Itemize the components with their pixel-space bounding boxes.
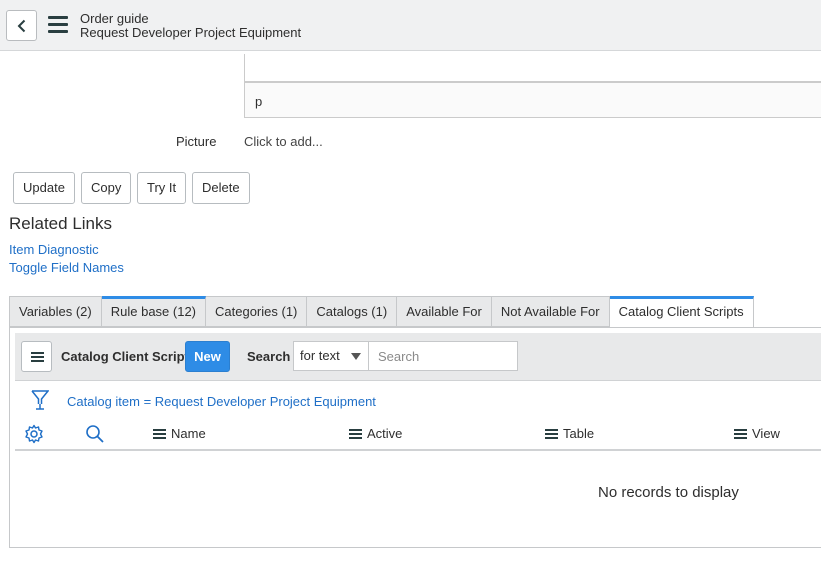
search-input[interactable]	[368, 341, 518, 371]
related-list-tabs: Variables (2) Rule base (12) Categories …	[9, 296, 754, 328]
search-field-value: for text	[300, 348, 340, 363]
column-menu-icon	[545, 428, 558, 439]
hamburger-icon	[31, 352, 44, 354]
tab-not-available-for[interactable]: Not Available For	[491, 296, 610, 327]
picture-label: Picture	[176, 134, 217, 149]
column-active-label: Active	[367, 426, 403, 441]
copy-button[interactable]: Copy	[81, 172, 132, 204]
column-active[interactable]: Active	[349, 426, 402, 441]
search-field-select[interactable]: for text	[293, 341, 369, 371]
column-table[interactable]: Table	[545, 426, 594, 441]
list-column-header: Name Active Table View	[15, 420, 821, 451]
column-name[interactable]: Name	[153, 426, 206, 441]
caret-down-icon	[351, 353, 361, 360]
magnifier-icon[interactable]	[85, 424, 105, 444]
chevron-left-icon	[17, 19, 25, 32]
tab-available-for[interactable]: Available For	[397, 296, 492, 327]
list-menu-button[interactable]	[21, 341, 52, 372]
item-diagnostic-link[interactable]: Item Diagnostic	[9, 242, 99, 257]
toggle-field-names-link[interactable]: Toggle Field Names	[9, 260, 124, 275]
page-subtitle: Request Developer Project Equipment	[80, 25, 302, 40]
column-menu-icon	[349, 428, 362, 439]
new-button[interactable]: New	[185, 341, 230, 372]
column-menu-icon	[734, 428, 747, 439]
column-view-label: View	[752, 426, 780, 441]
column-name-label: Name	[171, 426, 206, 441]
related-links-heading: Related Links	[9, 214, 113, 233]
try-it-button[interactable]: Try It	[137, 172, 187, 204]
funnel-icon[interactable]	[31, 389, 49, 411]
list-toolbar: Catalog Client Scripts New Search for te…	[15, 333, 821, 381]
tab-catalog-client-scripts[interactable]: Catalog Client Scripts	[609, 296, 754, 328]
tab-catalogs[interactable]: Catalogs (1)	[307, 296, 398, 327]
column-menu-icon	[153, 428, 166, 439]
empty-list-message: No records to display	[598, 484, 739, 501]
filter-breadcrumb[interactable]: Catalog item = Request Developer Project…	[67, 394, 376, 409]
list-title: Catalog Client Scripts	[61, 349, 197, 364]
column-table-label: Table	[563, 426, 595, 441]
form-header: Order guide Request Developer Project Eq…	[0, 0, 821, 51]
gear-icon[interactable]	[24, 424, 44, 444]
page-title: Order guide	[80, 11, 149, 26]
update-button[interactable]: Update	[13, 172, 75, 204]
text-field[interactable]: p	[244, 82, 821, 118]
hamburger-icon[interactable]	[48, 16, 68, 34]
picture-click-to-add[interactable]: Click to add...	[244, 134, 323, 149]
tab-variables[interactable]: Variables (2)	[9, 296, 102, 327]
text-field-upper[interactable]	[244, 54, 821, 82]
delete-button[interactable]: Delete	[192, 172, 250, 204]
column-view[interactable]: View	[734, 426, 780, 441]
tab-rule-base[interactable]: Rule base (12)	[101, 296, 207, 327]
search-label: Search	[247, 349, 291, 364]
back-button[interactable]	[6, 10, 37, 41]
tab-categories[interactable]: Categories (1)	[206, 296, 308, 327]
